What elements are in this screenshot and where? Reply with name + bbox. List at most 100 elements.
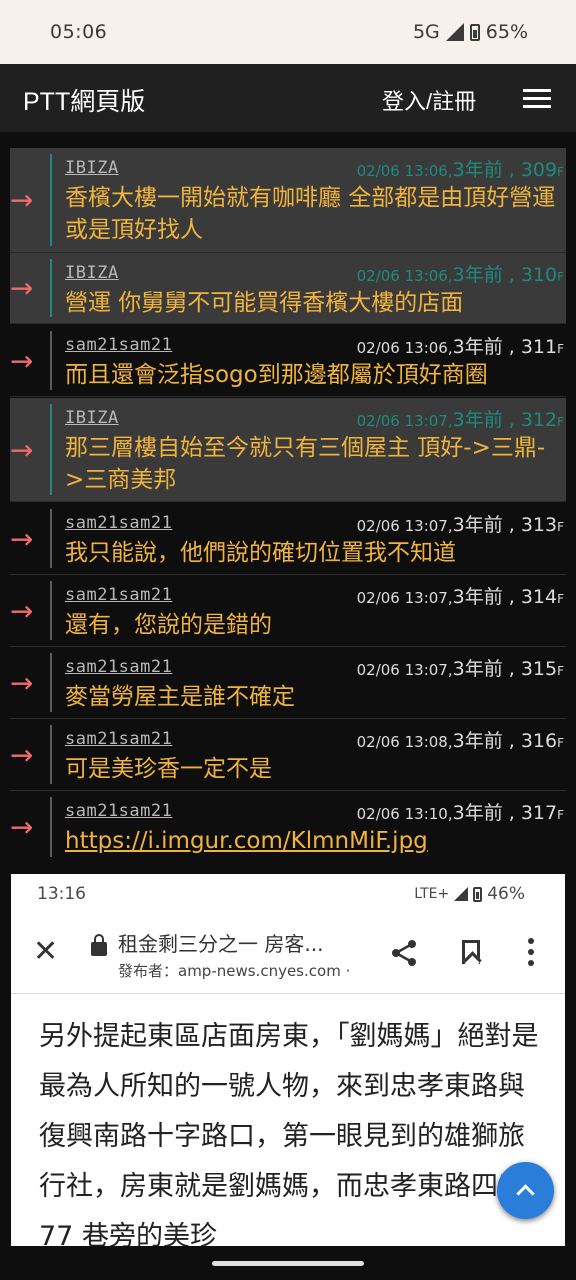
push-arrow-icon: → bbox=[10, 183, 34, 217]
push-floor-suffix: F bbox=[557, 592, 564, 606]
push-divider bbox=[50, 725, 52, 784]
push-user[interactable]: IBIZA bbox=[65, 408, 119, 428]
embedded-page-title: 租金剩三分之一 房客... bbox=[118, 932, 324, 956]
embedded-publisher: 發布者：amp-news.cnyes.com · bbox=[118, 962, 351, 980]
push-divider bbox=[50, 331, 52, 390]
push-date: 02/06 13:06, bbox=[356, 267, 453, 285]
gesture-nav-bar[interactable] bbox=[212, 1261, 364, 1266]
push-content: 還有，您說的是錯的 bbox=[65, 612, 272, 638]
push-meta: 02/06 13:06,3年前 , 310F bbox=[356, 264, 564, 286]
hamburger-menu-icon[interactable] bbox=[523, 89, 551, 109]
close-icon: ✕ bbox=[33, 934, 59, 969]
status-time: 05:06 bbox=[50, 21, 108, 43]
push-arrow-icon: → bbox=[10, 810, 34, 844]
push-content: 而且還會泛指sogo到那邊都屬於頂好商圈 bbox=[65, 362, 488, 388]
embedded-status-bar: 13:16 LTE+ 46% bbox=[11, 874, 565, 914]
push-relative-time: 3年前 bbox=[452, 730, 503, 752]
more-vert-icon bbox=[528, 938, 534, 966]
bookmark-icon bbox=[462, 940, 480, 964]
push-user[interactable]: sam21sam21 bbox=[65, 801, 172, 821]
app-bar: PTT網頁版 登入/註冊 bbox=[0, 64, 576, 132]
embedded-status-indicators: LTE+ 46% bbox=[414, 884, 525, 904]
push-user[interactable]: IBIZA bbox=[65, 263, 119, 283]
push-divider bbox=[50, 797, 52, 857]
push-user[interactable]: sam21sam21 bbox=[65, 335, 172, 355]
push-row: → IBIZA 02/06 13:06,3年前 , 309F 香檳大樓一開始就有… bbox=[10, 148, 566, 253]
push-user[interactable]: sam21sam21 bbox=[65, 657, 172, 677]
embedded-network: LTE+ bbox=[414, 886, 450, 902]
push-divider bbox=[50, 154, 52, 246]
push-date: 02/06 13:07, bbox=[356, 589, 453, 607]
push-floor: 314 bbox=[520, 586, 558, 608]
push-arrow-icon: → bbox=[10, 344, 34, 377]
push-floor-suffix: F bbox=[557, 736, 564, 750]
push-meta: 02/06 13:07,3年前 , 312F bbox=[356, 409, 564, 431]
push-arrow-icon: → bbox=[10, 594, 34, 627]
push-relative-time: 3年前 bbox=[452, 159, 503, 181]
scroll-to-top-button[interactable] bbox=[497, 1162, 554, 1219]
push-floor: 311 bbox=[520, 336, 558, 358]
push-row: → IBIZA 02/06 13:07,3年前 , 312F 那三層樓自始至今就… bbox=[10, 398, 566, 502]
push-floor: 317 bbox=[520, 802, 558, 824]
push-date: 02/06 13:10, bbox=[356, 805, 453, 823]
push-arrow-icon: → bbox=[10, 433, 34, 466]
status-bar: 05:06 5G 65% bbox=[0, 0, 576, 64]
push-row: → sam21sam21 02/06 13:06,3年前 , 311F 而且還會… bbox=[10, 325, 566, 397]
push-divider bbox=[50, 404, 52, 495]
site-title[interactable]: PTT網頁版 bbox=[23, 82, 145, 118]
push-relative-time: 3年前 bbox=[452, 802, 503, 824]
push-relative-time: 3年前 bbox=[452, 336, 503, 358]
push-content: 那三層樓自始至今就只有三個屋主 頂好->三鼎->三商美邦 bbox=[65, 435, 546, 493]
embedded-time: 13:16 bbox=[37, 884, 86, 904]
push-date: 02/06 13:06, bbox=[356, 162, 453, 180]
push-meta: 02/06 13:10,3年前 , 317F bbox=[356, 802, 564, 824]
share-icon bbox=[392, 940, 416, 966]
push-arrow-icon: → bbox=[10, 666, 34, 699]
push-arrow-icon: → bbox=[10, 522, 34, 555]
push-arrow-icon: → bbox=[10, 271, 34, 305]
signal-icon bbox=[454, 887, 469, 901]
embedded-battery: 46% bbox=[487, 884, 525, 904]
push-content: 香檳大樓一開始就有咖啡廳 全部都是由頂好營運或是頂好找人 bbox=[65, 185, 556, 243]
push-meta: 02/06 13:07,3年前 , 314F bbox=[356, 586, 564, 608]
push-date: 02/06 13:06, bbox=[356, 339, 453, 357]
push-content: 麥當勞屋主是誰不確定 bbox=[65, 684, 295, 710]
push-meta: 02/06 13:06,3年前 , 311F bbox=[356, 336, 564, 358]
push-arrow-icon: → bbox=[10, 738, 34, 771]
push-floor-suffix: F bbox=[557, 808, 564, 822]
push-floor-suffix: F bbox=[557, 270, 564, 284]
push-row: → sam21sam21 02/06 13:07,3年前 , 315F 麥當勞屋… bbox=[10, 647, 566, 719]
push-content: 營運 你舅舅不可能買得香檳大樓的店面 bbox=[65, 290, 464, 316]
push-row: → sam21sam21 02/06 13:07,3年前 , 314F 還有，您… bbox=[10, 575, 566, 647]
push-user[interactable]: sam21sam21 bbox=[65, 585, 172, 605]
push-relative-time: 3年前 bbox=[452, 514, 503, 536]
push-relative-time: 3年前 bbox=[452, 409, 503, 431]
push-floor: 313 bbox=[520, 514, 558, 536]
signal-icon bbox=[445, 23, 464, 41]
embedded-screenshot[interactable]: 13:16 LTE+ 46% ✕ 租金剩三分之一 房客... 發布者：amp-n… bbox=[11, 874, 565, 1246]
push-content: 我只能說，他們說的確切位置我不知道 bbox=[65, 540, 456, 566]
push-meta: 02/06 13:07,3年前 , 313F bbox=[356, 514, 564, 536]
push-row: → IBIZA 02/06 13:06,3年前 , 310F 營運 你舅舅不可能… bbox=[10, 253, 566, 324]
battery-icon bbox=[469, 23, 480, 41]
push-user[interactable]: IBIZA bbox=[65, 158, 119, 178]
push-content: 可是美珍香一定不是 bbox=[65, 756, 272, 782]
push-relative-time: 3年前 bbox=[452, 586, 503, 608]
push-user[interactable]: sam21sam21 bbox=[65, 729, 172, 749]
push-floor: 316 bbox=[520, 730, 558, 752]
push-divider bbox=[50, 509, 52, 568]
push-user[interactable]: sam21sam21 bbox=[65, 513, 172, 533]
push-floor-suffix: F bbox=[557, 342, 564, 356]
push-floor: 309 bbox=[520, 159, 558, 181]
battery-percent: 65% bbox=[485, 21, 528, 43]
embedded-article-text: 另外提起東區店面房東，「劉媽媽」絕對是最為人所知的一號人物，來到忠孝東路與復興南… bbox=[39, 1021, 539, 1246]
login-register-link[interactable]: 登入/註冊 bbox=[382, 84, 476, 116]
push-floor-suffix: F bbox=[557, 165, 564, 179]
push-image-link[interactable]: https://i.imgur.com/KlmnMiF.jpg bbox=[65, 825, 560, 857]
push-row: → sam21sam21 02/06 13:08,3年前 , 316F 可是美珍… bbox=[10, 719, 566, 791]
status-indicators: 5G 65% bbox=[413, 21, 528, 43]
embedded-browser-toolbar: ✕ 租金剩三分之一 房客... 發布者：amp-news.cnyes.com · bbox=[11, 914, 565, 994]
push-meta: 02/06 13:06,3年前 , 309F bbox=[356, 159, 564, 181]
push-relative-time: 3年前 bbox=[452, 658, 503, 680]
lock-icon bbox=[91, 934, 107, 956]
